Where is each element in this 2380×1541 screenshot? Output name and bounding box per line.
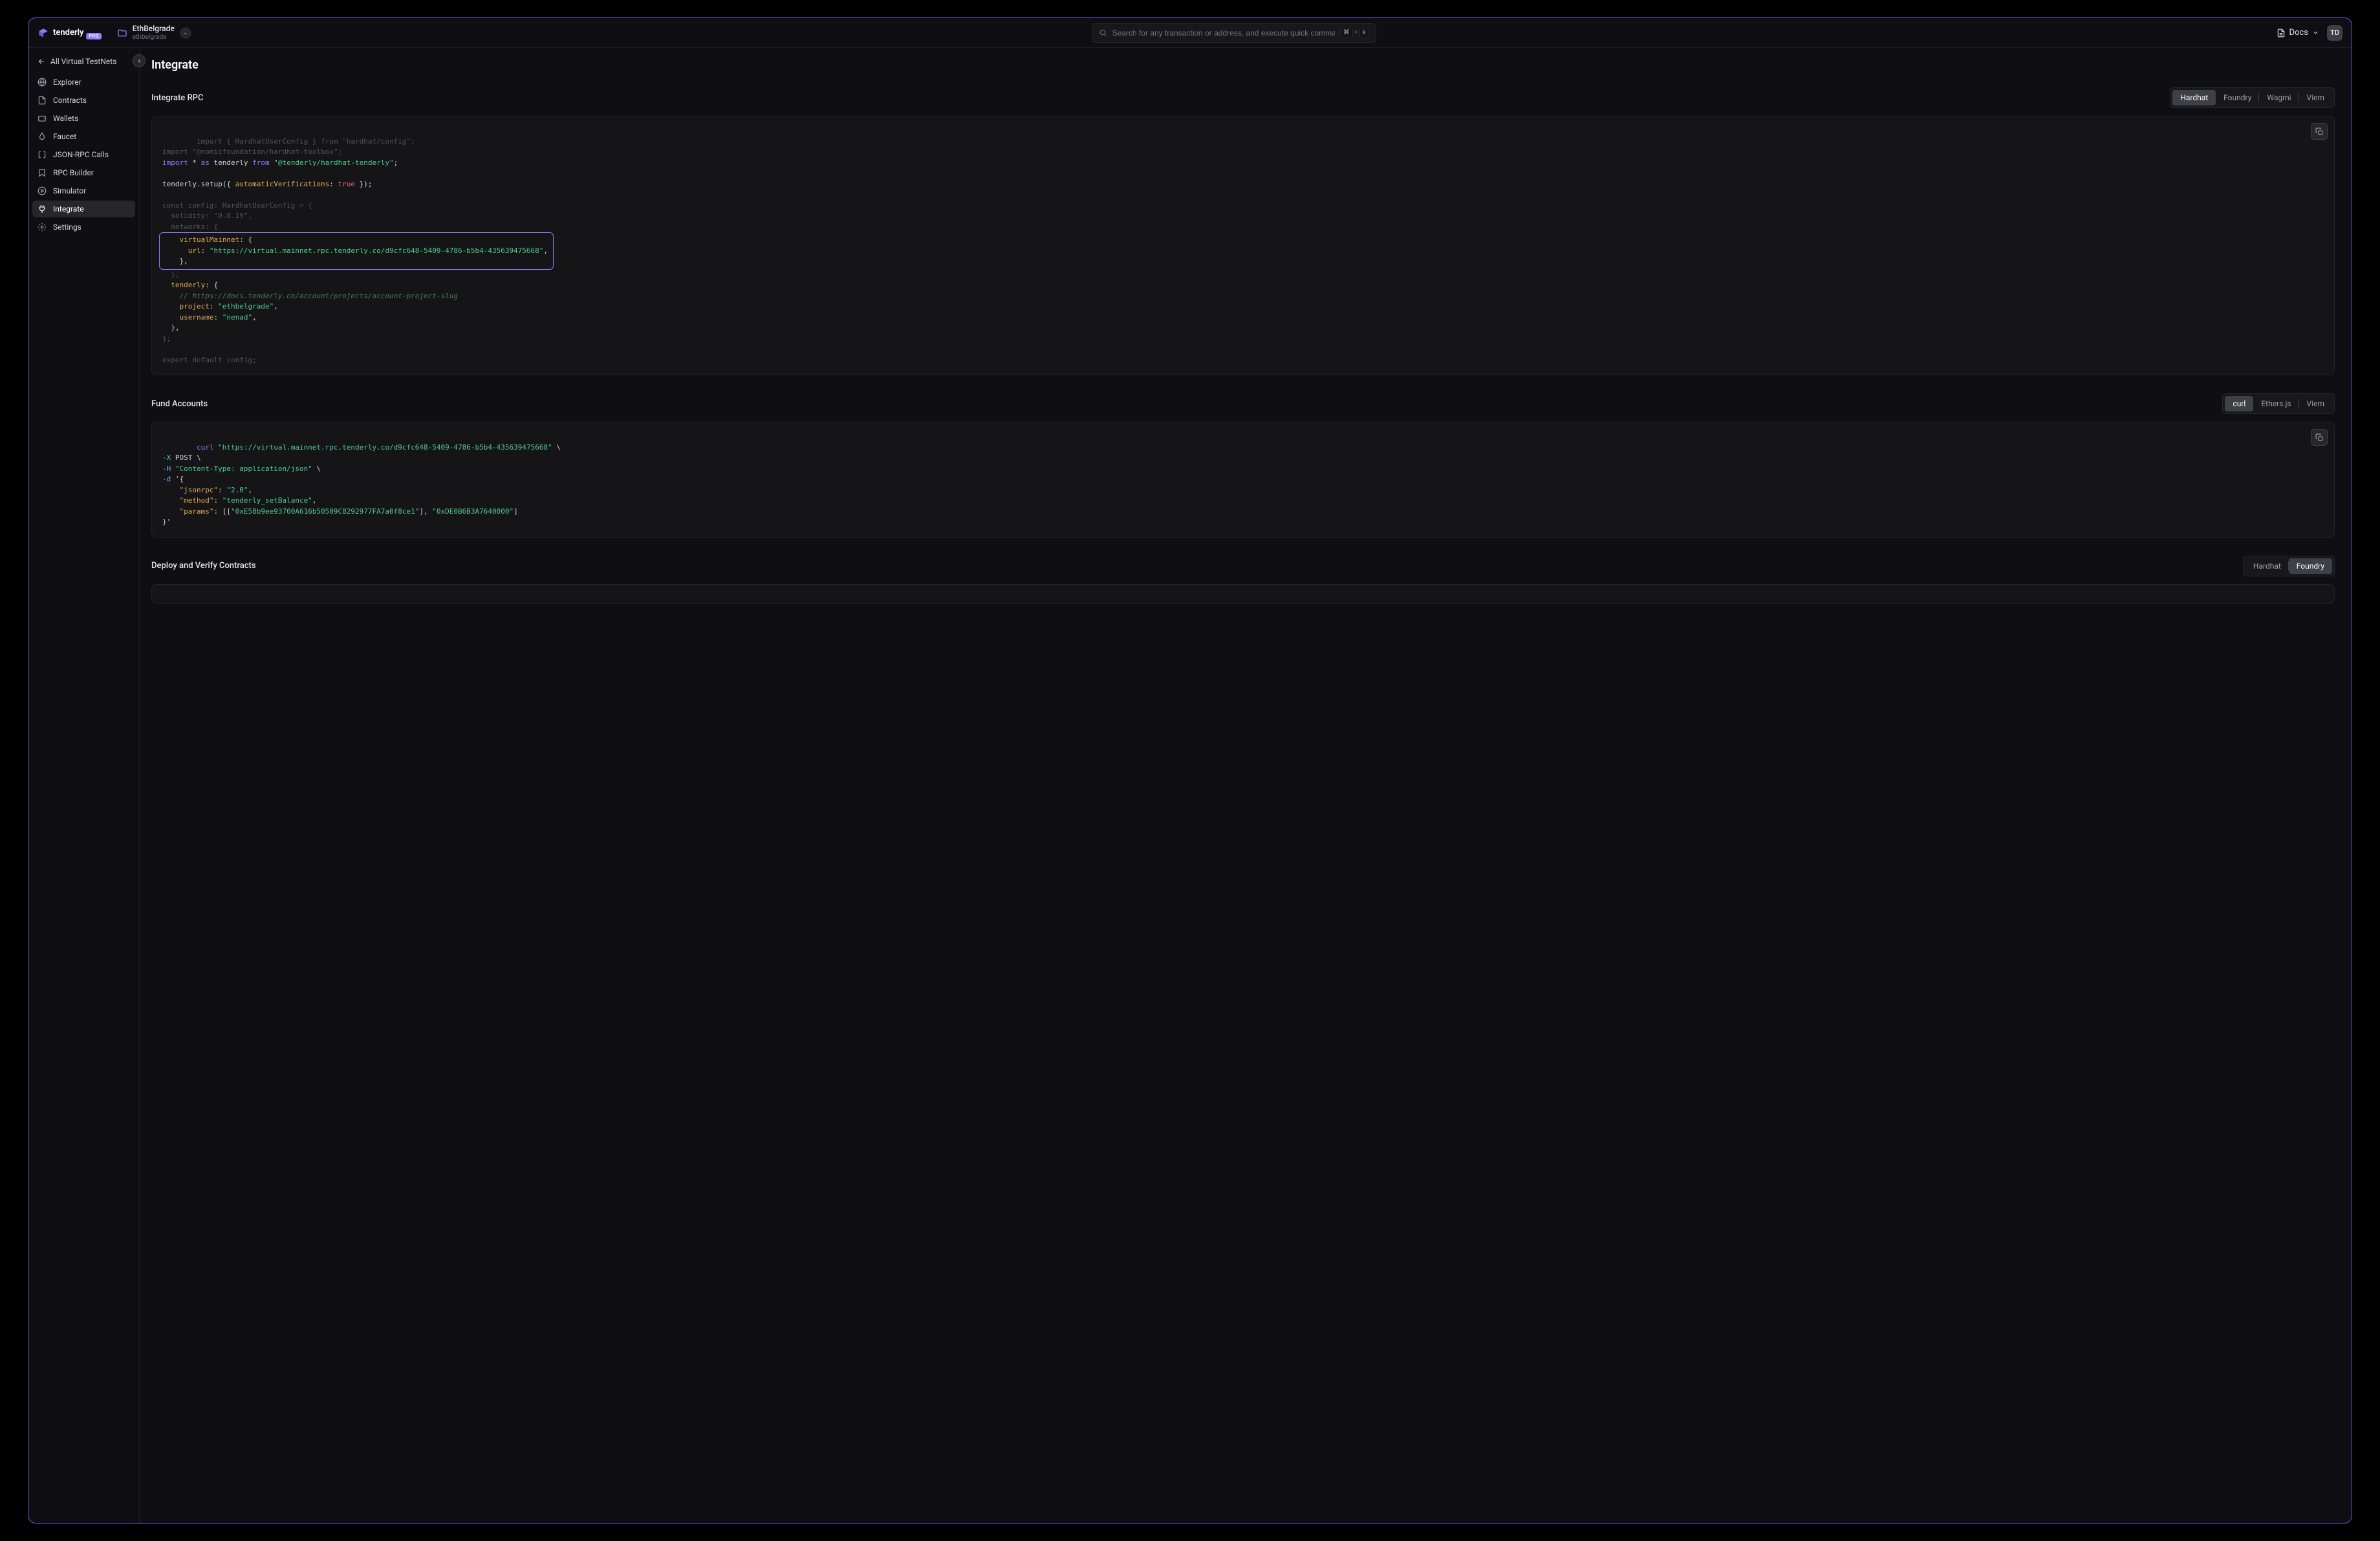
docs-label: Docs — [2289, 28, 2308, 38]
sidebar-item-rpc-builder[interactable]: RPC Builder — [32, 164, 135, 181]
tenderly-logo-icon — [38, 27, 49, 39]
deploy-section-title: Deploy and Verify Contracts — [151, 561, 256, 571]
sidebar-item-label: Wallets — [53, 114, 78, 123]
tab-wagmi[interactable]: Wagmi — [2259, 90, 2299, 105]
droplet-icon — [38, 132, 47, 141]
plug-icon — [38, 204, 47, 213]
kbd-cmd: ⌘ — [1340, 28, 1353, 38]
chevron-left-icon — [136, 58, 142, 64]
fund-section-title: Fund Accounts — [151, 399, 208, 409]
sidebar-item-simulator[interactable]: Simulator — [32, 182, 135, 199]
tab-foundry[interactable]: Foundry — [2289, 558, 2332, 574]
search-input[interactable] — [1112, 28, 1335, 38]
pro-badge: PRO — [86, 33, 101, 39]
sidebar-item-label: Contracts — [53, 96, 87, 105]
deploy-tabs: Hardhat Foundry — [2243, 556, 2335, 576]
back-link[interactable]: All Virtual TestNets — [32, 53, 135, 70]
sidebar-item-label: Settings — [53, 223, 81, 232]
sidebar: All Virtual TestNets Explorer Contracts … — [28, 48, 140, 1523]
sidebar-item-wallets[interactable]: Wallets — [32, 110, 135, 127]
sidebar-item-label: JSON-RPC Calls — [53, 150, 109, 159]
fund-tabs: curl Ethers.js Viem — [2222, 393, 2335, 414]
tab-curl[interactable]: curl — [2225, 396, 2253, 411]
main-content: Integrate Integrate RPC Hardhat Foundry … — [140, 48, 2352, 1523]
tab-viem[interactable]: Viem — [2299, 90, 2332, 105]
logo[interactable]: tenderly PRO — [38, 27, 102, 39]
sidebar-item-settings[interactable]: Settings — [32, 219, 135, 235]
page-title: Integrate — [151, 58, 2335, 72]
collapse-sidebar-button[interactable] — [133, 54, 146, 67]
gear-icon — [38, 223, 47, 232]
docs-link[interactable]: Docs — [2277, 28, 2319, 38]
folder-icon — [117, 28, 127, 38]
sidebar-item-label: Explorer — [53, 78, 81, 87]
sidebar-item-label: Simulator — [53, 186, 86, 195]
search-icon — [1099, 28, 1107, 37]
brand-name: tenderly — [53, 28, 83, 38]
project-name: EthBelgrade — [133, 25, 175, 33]
chevron-down-icon[interactable]: ⌄ — [180, 27, 191, 39]
project-info: EthBelgrade ethbelgrade — [133, 25, 175, 40]
wallet-icon — [38, 114, 47, 123]
project-slug: ethbelgrade — [133, 34, 175, 41]
tab-viem[interactable]: Viem — [2299, 396, 2332, 411]
tab-foundry[interactable]: Foundry — [2216, 90, 2259, 105]
search-bar[interactable]: ⌘ + k — [1092, 23, 1376, 43]
copy-icon — [2315, 127, 2324, 136]
file-icon — [38, 96, 47, 105]
search-shortcut: ⌘ + k — [1340, 28, 1369, 38]
arrow-left-icon — [38, 58, 45, 65]
sidebar-item-json-rpc[interactable]: JSON-RPC Calls — [32, 146, 135, 163]
rpc-section-title: Integrate RPC — [151, 93, 203, 103]
copy-icon — [2315, 433, 2324, 442]
sidebar-item-contracts[interactable]: Contracts — [32, 92, 135, 109]
copy-button[interactable] — [2311, 429, 2328, 446]
globe-icon — [38, 78, 47, 87]
project-selector[interactable]: EthBelgrade ethbelgrade ⌄ — [117, 25, 191, 40]
tab-ethersjs[interactable]: Ethers.js — [2253, 396, 2299, 411]
deploy-code-block — [151, 584, 2335, 604]
fund-code-block: curl "https://virtual.mainnet.rpc.tender… — [151, 422, 2335, 538]
topbar: tenderly PRO EthBelgrade ethbelgrade ⌄ ⌘ — [28, 18, 2352, 48]
kbd-k: k — [1359, 28, 1369, 38]
bookmark-icon — [38, 168, 47, 177]
rpc-tabs: Hardhat Foundry Wagmi Viem — [2170, 87, 2335, 108]
tab-hardhat[interactable]: Hardhat — [2245, 558, 2289, 574]
chevron-down-icon — [2312, 29, 2319, 36]
rpc-code-block: import { HardhatUserConfig } from "hardh… — [151, 116, 2335, 375]
document-icon — [2277, 28, 2286, 38]
app-window: tenderly PRO EthBelgrade ethbelgrade ⌄ ⌘ — [28, 17, 2352, 1524]
sidebar-item-label: Faucet — [53, 132, 76, 141]
sidebar-item-faucet[interactable]: Faucet — [32, 128, 135, 145]
sidebar-item-label: RPC Builder — [53, 168, 94, 177]
avatar[interactable]: TD — [2327, 25, 2342, 41]
play-icon — [38, 186, 47, 195]
copy-button[interactable] — [2311, 123, 2328, 140]
brackets-icon — [38, 150, 47, 159]
sidebar-item-integrate[interactable]: Integrate — [32, 201, 135, 217]
tab-hardhat[interactable]: Hardhat — [2172, 90, 2216, 105]
back-label: All Virtual TestNets — [50, 57, 116, 66]
sidebar-item-label: Integrate — [53, 204, 84, 213]
sidebar-item-explorer[interactable]: Explorer — [32, 74, 135, 91]
